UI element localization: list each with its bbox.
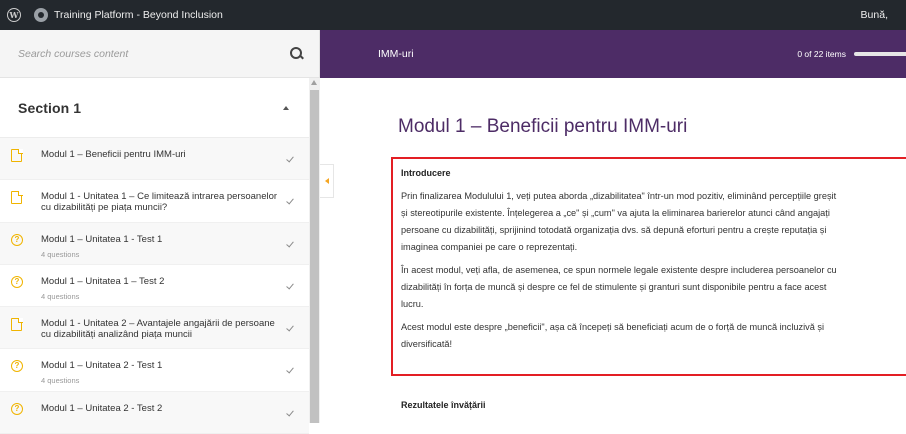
lesson-list-item[interactable]: ? Modul 1 – Unitatea 1 – Test 2 4 question… — [0, 264, 309, 308]
introduction-box: Introducere Prin finalizarea Modulului 1… — [391, 157, 906, 376]
item-text: Modul 1 - Unitatea 2 – Avantajele angajă… — [41, 318, 280, 340]
item-subtitle: 4 questions — [41, 291, 80, 301]
learning-outcomes-heading: Rezultatele învățării — [401, 400, 486, 410]
item-text: Modul 1 – Beneficii pentru IMM-uri — [41, 149, 280, 160]
checkmark-icon — [286, 324, 295, 336]
item-text: Modul 1 – Unitatea 1 – Test 2 4 questions — [41, 276, 280, 301]
item-text: Modul 1 – Unitatea 1 - Test 1 4 questions — [41, 234, 280, 259]
sidebar-scrollbar[interactable] — [309, 78, 320, 423]
lesson-list-item[interactable]: Modul 1 - Unitatea 1 – Ce limitează intr… — [0, 180, 309, 223]
item-title: Modul 1 – Unitatea 2 - Test 1 — [41, 360, 163, 372]
item-type-icon — [11, 190, 23, 205]
dashboard-icon[interactable] — [34, 8, 48, 22]
item-title: Modul 1 - Unitatea 1 – Ce limitează intr… — [41, 191, 278, 214]
item-type-icon — [11, 317, 23, 332]
item-title: Modul 1 – Unitatea 1 – Test 2 — [41, 275, 165, 287]
site-title-link[interactable]: Training Platform - Beyond Inclusion — [54, 9, 223, 21]
wordpress-logo-icon[interactable]: W — [0, 0, 28, 30]
search-courses-input[interactable] — [18, 47, 289, 60]
section-header[interactable]: Section 1 — [0, 78, 309, 138]
course-header: IMM-uri 0 of 22 items — [320, 30, 906, 78]
item-text: Modul 1 – Unitatea 2 - Test 2 — [41, 403, 280, 414]
course-progress-bar — [854, 52, 906, 56]
item-subtitle: 4 questions — [41, 249, 80, 259]
quiz-icon: ? — [11, 402, 23, 415]
intro-paragraph: Acest modul este despre „beneficii", așa… — [401, 319, 906, 353]
checkmark-icon — [286, 197, 295, 209]
collapse-section-icon[interactable] — [283, 105, 289, 110]
quiz-icon: ? — [11, 233, 23, 246]
item-title: Modul 1 – Beneficii pentru IMM-uri — [41, 149, 186, 160]
lesson-list: Modul 1 – Beneficii pentru IMM-uri Modul … — [0, 138, 309, 434]
scrollbar-thumb[interactable] — [310, 90, 319, 423]
sidebar-toggle-button[interactable] — [320, 164, 334, 198]
paragraph-line: dizabilități în forța de muncă și despre… — [401, 282, 827, 292]
document-icon — [11, 190, 23, 205]
item-type-icon: ? — [11, 275, 23, 288]
item-text: Modul 1 – Unitatea 2 - Test 1 4 questions — [41, 360, 280, 385]
course-search-bar — [0, 30, 319, 78]
document-icon — [11, 317, 23, 332]
lesson-list-item[interactable]: ? Modul 1 – Unitatea 2 - Test 2 — [0, 391, 309, 434]
paragraph-line: și stereotipurile existente. Înțelegerea… — [401, 208, 830, 218]
search-icon[interactable] — [289, 46, 305, 62]
paragraph-line: Prin finalizarea Modulului 1, veți putea… — [401, 191, 837, 201]
course-sidebar: Section 1 Modul 1 – Beneficii pentru IMM… — [0, 30, 320, 434]
paragraph-line: persoane cu dizabilități, sprijinind tot… — [401, 225, 827, 235]
user-greeting[interactable]: Bună, — [861, 9, 888, 21]
intro-paragraph: Prin finalizarea Modulului 1, veți putea… — [401, 188, 906, 256]
item-title: Modul 1 – Unitatea 2 - Test 2 — [41, 402, 163, 414]
scroll-up-arrow-icon[interactable] — [311, 80, 317, 85]
lesson-list-item[interactable]: Modul 1 – Beneficii pentru IMM-uri — [0, 138, 309, 181]
wp-admin-bar: W Training Platform - Beyond Inclusion B… — [0, 0, 906, 30]
lesson-list-item[interactable]: Modul 1 - Unitatea 2 – Avantajele angajă… — [0, 307, 309, 350]
checkmark-icon — [286, 240, 295, 252]
paragraph-line: În acest modul, veți afla, de asemenea, … — [401, 265, 837, 275]
paragraph-line: Acest modul este despre „beneficii", așa… — [401, 322, 825, 332]
lesson-content: Modul 1 – Beneficii pentru IMM-uri Intro… — [334, 78, 906, 423]
intro-text: Prin finalizarea Modulului 1, veți putea… — [401, 188, 906, 353]
document-icon — [11, 148, 23, 162]
course-title: IMM-uri — [378, 48, 414, 60]
quiz-icon: ? — [11, 275, 23, 288]
item-type-icon: ? — [11, 233, 23, 246]
lesson-title: Modul 1 – Beneficii pentru IMM-uri — [398, 116, 688, 137]
item-type-icon: ? — [11, 360, 23, 373]
chevron-left-icon — [324, 178, 329, 184]
progress-count: 0 of 22 items — [797, 49, 846, 59]
intro-heading: Introducere — [401, 168, 451, 178]
checkmark-icon — [286, 155, 295, 167]
section-title: Section 1 — [18, 99, 82, 116]
item-text: Modul 1 - Unitatea 1 – Ce limitează intr… — [41, 191, 280, 213]
paragraph-line: diversificată! — [401, 339, 453, 349]
paragraph-line: imaginea companiei pe care o reprezentaț… — [401, 242, 578, 252]
paragraph-line: lucru. — [401, 299, 424, 309]
lesson-list-item[interactable]: ? Modul 1 – Unitatea 1 - Test 1 4 question… — [0, 222, 309, 265]
quiz-icon: ? — [11, 360, 23, 373]
checkmark-icon — [286, 366, 295, 378]
intro-paragraph: În acest modul, veți afla, de asemenea, … — [401, 262, 906, 313]
checkmark-icon — [286, 409, 295, 421]
item-type-icon — [11, 148, 23, 162]
item-type-icon: ? — [11, 402, 23, 415]
lesson-list-item[interactable]: ? Modul 1 – Unitatea 2 - Test 1 4 question… — [0, 349, 309, 392]
checkmark-icon — [286, 282, 295, 294]
item-subtitle: 4 questions — [41, 376, 80, 386]
item-title: Modul 1 – Unitatea 1 - Test 1 — [41, 233, 163, 245]
item-title: Modul 1 - Unitatea 2 – Avantajele angajă… — [41, 318, 275, 341]
